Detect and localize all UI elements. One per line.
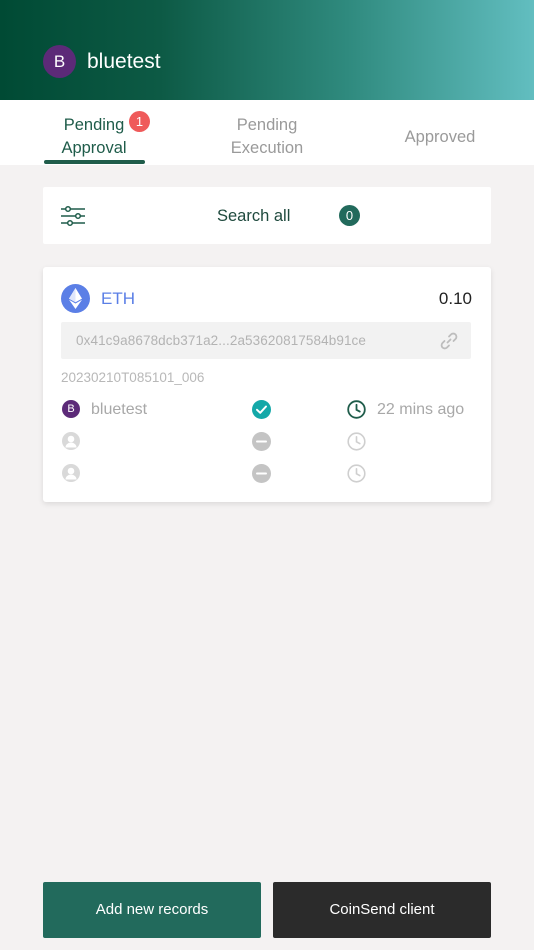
minus-circle-icon bbox=[252, 432, 271, 451]
search-count-badge: 0 bbox=[339, 205, 360, 226]
tab-label: Approved bbox=[404, 128, 476, 146]
tab-bar: Pending Approval 1 Pending Execution App… bbox=[0, 100, 534, 165]
clock-icon bbox=[347, 432, 366, 451]
address-field[interactable]: 0x41c9a8678dcb371a2...2a53620817584b91ce bbox=[61, 322, 471, 359]
approver-row bbox=[43, 430, 491, 452]
active-tab-indicator bbox=[44, 160, 145, 164]
coin-symbol: ETH bbox=[101, 289, 135, 308]
clock-icon bbox=[347, 464, 366, 483]
approver-row: B bluetest 22 mins ago bbox=[43, 398, 491, 420]
tab-label-line2: Approval bbox=[61, 139, 127, 157]
search-all-label[interactable]: Search all bbox=[217, 206, 290, 226]
user-placeholder-icon bbox=[62, 432, 80, 450]
avatar[interactable]: B bbox=[43, 45, 76, 78]
tab-approved[interactable]: Approved bbox=[390, 126, 490, 149]
ethereum-icon bbox=[61, 284, 90, 313]
approval-time: 22 mins ago bbox=[377, 401, 465, 418]
user-placeholder-icon bbox=[62, 464, 80, 482]
tab-label-line1: Pending bbox=[236, 116, 298, 134]
search-bar[interactable]: Search all 0 bbox=[43, 187, 491, 244]
approver-name: bluetest bbox=[91, 401, 148, 418]
address-text: 0x41c9a8678dcb371a2...2a53620817584b91ce bbox=[76, 333, 367, 348]
pending-count-badge: 1 bbox=[129, 111, 150, 132]
link-icon[interactable] bbox=[439, 331, 459, 351]
filter-sliders-icon[interactable] bbox=[60, 205, 86, 227]
tab-label-line2: Execution bbox=[230, 139, 304, 157]
minus-circle-icon bbox=[252, 464, 271, 483]
approver-row bbox=[43, 462, 491, 484]
check-circle-icon bbox=[252, 400, 271, 419]
transaction-amount: 0.10 bbox=[438, 289, 472, 308]
coinsend-client-button[interactable]: CoinSend client bbox=[273, 882, 491, 938]
app-header: B bluetest bbox=[0, 0, 534, 100]
clock-icon bbox=[347, 400, 366, 419]
tab-pending-execution[interactable]: Pending Execution bbox=[216, 114, 318, 160]
record-id: 20230210T085101_006 bbox=[61, 370, 205, 385]
add-new-records-button[interactable]: Add new records bbox=[43, 882, 261, 938]
transaction-card[interactable]: ETH 0.10 0x41c9a8678dcb371a2...2a5362081… bbox=[43, 267, 491, 502]
account-name[interactable]: bluetest bbox=[87, 48, 161, 76]
approver-avatar: B bbox=[62, 400, 80, 418]
